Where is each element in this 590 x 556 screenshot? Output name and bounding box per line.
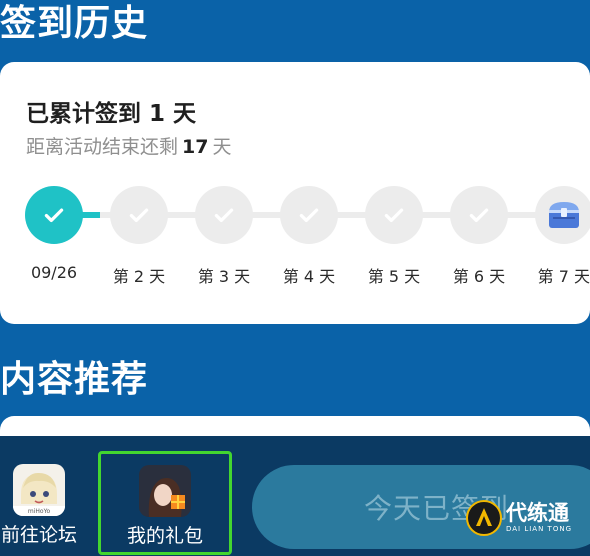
- recommended-title: 内容推荐: [0, 359, 149, 400]
- day-1-marker[interactable]: [25, 186, 83, 244]
- svg-text:miHoYo: miHoYo: [28, 508, 51, 515]
- gift-label: 我的礼包: [126, 525, 203, 547]
- day-2-label: 第 2 天: [112, 267, 166, 286]
- day-7-marker[interactable]: [535, 186, 590, 244]
- day-1-label: 09/26: [30, 263, 78, 282]
- gift-avatar-icon: [139, 465, 191, 517]
- watermark-main: 代练通: [506, 501, 569, 525]
- treasure-chest-icon: [549, 202, 579, 228]
- day-5-label: 第 5 天: [367, 267, 421, 286]
- total-days: 1: [149, 101, 166, 127]
- day-7-label: 第 7 天: [537, 267, 590, 286]
- watermark-text: 代练通 DAI LIAN TONG: [506, 503, 572, 533]
- day-3-label: 第 3 天: [197, 267, 251, 286]
- day-2-marker[interactable]: [110, 186, 168, 244]
- forum-label: 前往论坛: [0, 524, 77, 546]
- check-icon: [469, 208, 489, 223]
- day-6-marker[interactable]: [450, 186, 508, 244]
- watermark-logo-icon: [466, 500, 502, 536]
- day-4-marker[interactable]: [280, 186, 338, 244]
- my-gifts-button[interactable]: 我的礼包: [98, 451, 232, 555]
- signin-history-title: 签到历史: [0, 3, 149, 44]
- check-icon: [214, 208, 234, 223]
- check-icon: [384, 208, 404, 223]
- remaining-text: 距离活动结束还剩 17 天: [26, 132, 231, 159]
- check-icon: [129, 208, 149, 223]
- forum-button[interactable]: miHoYo 前往论坛: [0, 450, 104, 556]
- remaining-days: 17: [182, 136, 209, 158]
- forum-avatar-icon: miHoYo: [13, 464, 65, 516]
- check-icon: [44, 208, 64, 223]
- day-5-marker[interactable]: [365, 186, 423, 244]
- total-checkin-text: 已累计签到 1 天: [26, 94, 196, 128]
- total-suffix: 天: [173, 101, 197, 127]
- watermark: 代练通 DAI LIAN TONG: [466, 500, 572, 536]
- total-prefix: 已累计签到: [26, 101, 141, 127]
- day-4-label: 第 4 天: [282, 267, 336, 286]
- remaining-suffix: 天: [212, 136, 232, 158]
- check-icon: [299, 208, 319, 223]
- watermark-sub: DAI LIAN TONG: [506, 525, 573, 533]
- day-6-label: 第 6 天: [452, 267, 506, 286]
- day-3-marker[interactable]: [195, 186, 253, 244]
- remaining-prefix: 距离活动结束还剩: [26, 136, 179, 158]
